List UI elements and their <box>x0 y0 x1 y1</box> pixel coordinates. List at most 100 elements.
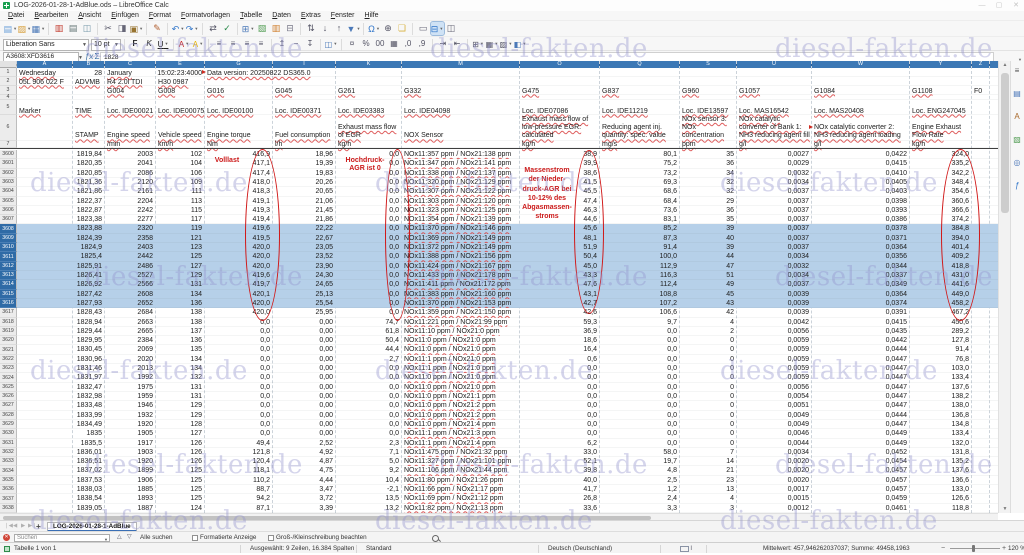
cell-Y3631[interactable]: 132,0 <box>910 439 969 448</box>
cell-S3606[interactable]: 36 <box>680 206 734 215</box>
functions-icon[interactable]: ƒ <box>1011 181 1023 190</box>
cell-U3605[interactable]: 0,0037 <box>737 197 809 206</box>
cell-M3610[interactable]: NOx11:372 ppm / NOx21:149 ppm <box>404 243 520 252</box>
cell-S3617[interactable]: 42 <box>680 308 734 317</box>
cell-U3615[interactable]: 0,0039 <box>737 290 809 299</box>
cell-I3606[interactable]: 21,45 <box>273 206 333 215</box>
row-header-3622[interactable]: 3622 <box>0 355 17 364</box>
cell-E3607[interactable]: 117 <box>156 215 202 224</box>
cell-G3621[interactable]: 0,0 <box>205 345 270 354</box>
cell-C3632[interactable]: 1903 <box>105 448 153 457</box>
cell-I3626[interactable]: 0,00 <box>273 392 333 401</box>
cell-E3611[interactable]: 125 <box>156 252 202 261</box>
cell-C5[interactable]: Loc. IDE00021 <box>107 100 153 115</box>
row-header-3619[interactable]: 3619 <box>0 327 17 336</box>
row-header-3602[interactable]: 3602 <box>0 169 17 178</box>
cell-M3634[interactable]: NOx11:106 ppm / NOx21:44 ppm <box>404 466 520 475</box>
cell-M3601[interactable]: NOx11:347 ppm / NOx21:141 ppm <box>404 159 520 168</box>
cell-C3612[interactable]: 2486 <box>105 262 153 271</box>
cell-E3[interactable]: G008 <box>158 86 175 95</box>
cell-W3601[interactable]: 0,0415 <box>812 159 907 168</box>
cell-W3617[interactable]: 0,0391 <box>812 308 907 317</box>
cell-U3604[interactable]: 0,0037 <box>737 187 809 196</box>
cell-M3637[interactable]: NOx11:69 ppm / NOx21:12 ppm <box>404 494 520 503</box>
cell-C3627[interactable]: 1946 <box>105 401 153 410</box>
cell-I5[interactable]: Loc. IDE00371 <box>275 100 321 115</box>
cell-U3606[interactable]: 0,0037 <box>737 206 809 215</box>
cell-Y3637[interactable]: 126,6 <box>910 494 969 503</box>
cell-I3613[interactable]: 24,30 <box>273 271 333 280</box>
cell-G3626[interactable]: 0,0 <box>205 392 270 401</box>
cell-I3605[interactable]: 21,06 <box>273 197 333 206</box>
cell-S3627[interactable]: 0 <box>680 401 734 410</box>
row-header-3603[interactable]: 3603 <box>0 178 17 187</box>
cell-W3603[interactable]: 0,0405 <box>812 178 907 187</box>
cell-Q3625[interactable]: 0,0 <box>600 383 677 392</box>
cell-O3628[interactable]: 0,0 <box>520 411 597 420</box>
cell-W3625[interactable]: 0,0447 <box>812 383 907 392</box>
cell-B2[interactable]: ADVMB <box>75 77 100 86</box>
cell-W3622[interactable]: 0,0447 <box>812 355 907 364</box>
cell-M3638[interactable]: NOx11:82 ppm / NOx21:13 ppm <box>404 504 520 513</box>
cell-M3617[interactable]: NOx11:359 ppm / NOx21:150 ppm <box>404 308 520 317</box>
cell-K3635[interactable]: 10,4 <box>336 476 399 485</box>
cell-O3625[interactable]: 0,0 <box>520 383 597 392</box>
row-header-3611[interactable]: 3611 <box>0 252 17 261</box>
cell-Q3611[interactable]: 100,0 <box>600 252 677 261</box>
cell-M3616[interactable]: NOx11:370 ppm / NOx21:153 ppm <box>404 299 520 308</box>
sheet-count[interactable]: Tabelle 1 von 1 <box>14 543 56 554</box>
cell-U3601[interactable]: 0,0029 <box>737 159 809 168</box>
cell-I3624[interactable]: 0,00 <box>273 373 333 382</box>
cell-O3618[interactable]: 59,3 <box>520 318 597 327</box>
cell-C3628[interactable]: 1932 <box>105 411 153 420</box>
cell-W3634[interactable]: 0,0457 <box>812 466 907 475</box>
cell-U3631[interactable]: 0,0044 <box>737 439 809 448</box>
cell-G3632[interactable]: 121,8 <box>205 448 270 457</box>
cell-B3616[interactable]: 1827,93 <box>73 299 102 308</box>
cell-S3628[interactable]: 0 <box>680 411 734 420</box>
cell-S3601[interactable]: 36 <box>680 159 734 168</box>
row-header-3607[interactable]: 3607 <box>0 215 17 224</box>
cell-C6[interactable]: Engine speed <box>107 115 154 141</box>
cell-W3[interactable]: G1084 <box>814 86 835 95</box>
cell-B6[interactable]: STAMP <box>75 115 103 141</box>
cell-S3618[interactable]: 4 <box>680 318 734 327</box>
cell-U3607[interactable]: 0,0037 <box>737 215 809 224</box>
cell-Q3635[interactable]: 2,5 <box>600 476 677 485</box>
row-header-3620[interactable]: 3620 <box>0 336 17 345</box>
cell-E3617[interactable]: 138 <box>156 308 202 317</box>
cell-S3605[interactable]: 29 <box>680 197 734 206</box>
cell-M3633[interactable]: NOx11:327 ppm / NOx21:101 ppm <box>404 457 520 466</box>
selection-stats[interactable]: Mittelwert: 457,946262037037; Summe: 494… <box>763 543 910 554</box>
cell-U3619[interactable]: 0,0056 <box>737 327 809 336</box>
cell-M3606[interactable]: NOx11:323 ppm / NOx21:125 ppm <box>404 206 520 215</box>
cell-M5[interactable]: Loc. IDE04098 <box>404 100 450 115</box>
cell-C3603[interactable]: 2120 <box>105 178 153 187</box>
cell-Q3627[interactable]: 0,0 <box>600 401 677 410</box>
cell-I3612[interactable]: 23,90 <box>273 262 333 271</box>
cell-I3628[interactable]: 0,00 <box>273 411 333 420</box>
cell-B3615[interactable]: 1827,42 <box>73 290 102 299</box>
cell-W3612[interactable]: 0,0344 <box>812 262 907 271</box>
cell-I3629[interactable]: 0,00 <box>273 420 333 429</box>
row-header-3627[interactable]: 3627 <box>0 401 17 410</box>
cell-E3614[interactable]: 131 <box>156 280 202 289</box>
cell-G3628[interactable]: 0,0 <box>205 411 270 420</box>
cell-I3631[interactable]: 2,52 <box>273 439 333 448</box>
cell-B3630[interactable]: 1835 <box>73 429 102 438</box>
cell-S3636[interactable]: 13 <box>680 485 734 494</box>
cell-W5[interactable]: Loc. MAS20408 <box>814 100 864 115</box>
cell-E3609[interactable]: 121 <box>156 234 202 243</box>
cell-U3600[interactable]: 0,0027 <box>737 150 809 159</box>
row-header-3634[interactable]: 3634 <box>0 466 17 475</box>
cell-K3638[interactable]: 13,2 <box>336 504 399 513</box>
cell-Q3[interactable]: G837 <box>602 86 619 95</box>
search-input[interactable]: Suchen ▼ <box>14 534 110 542</box>
cell-U3622[interactable]: 0,0059 <box>737 355 809 364</box>
cell-S5[interactable]: Loc. IDE13597 <box>682 100 728 115</box>
row-header-3610[interactable]: 3610 <box>0 243 17 252</box>
cell-E3604[interactable]: 111 <box>156 187 202 196</box>
cell-C3600[interactable]: 2003 <box>105 150 153 159</box>
cell-W3623[interactable]: 0,0447 <box>812 364 907 373</box>
cell-I3618[interactable]: 0,00 <box>273 318 333 327</box>
